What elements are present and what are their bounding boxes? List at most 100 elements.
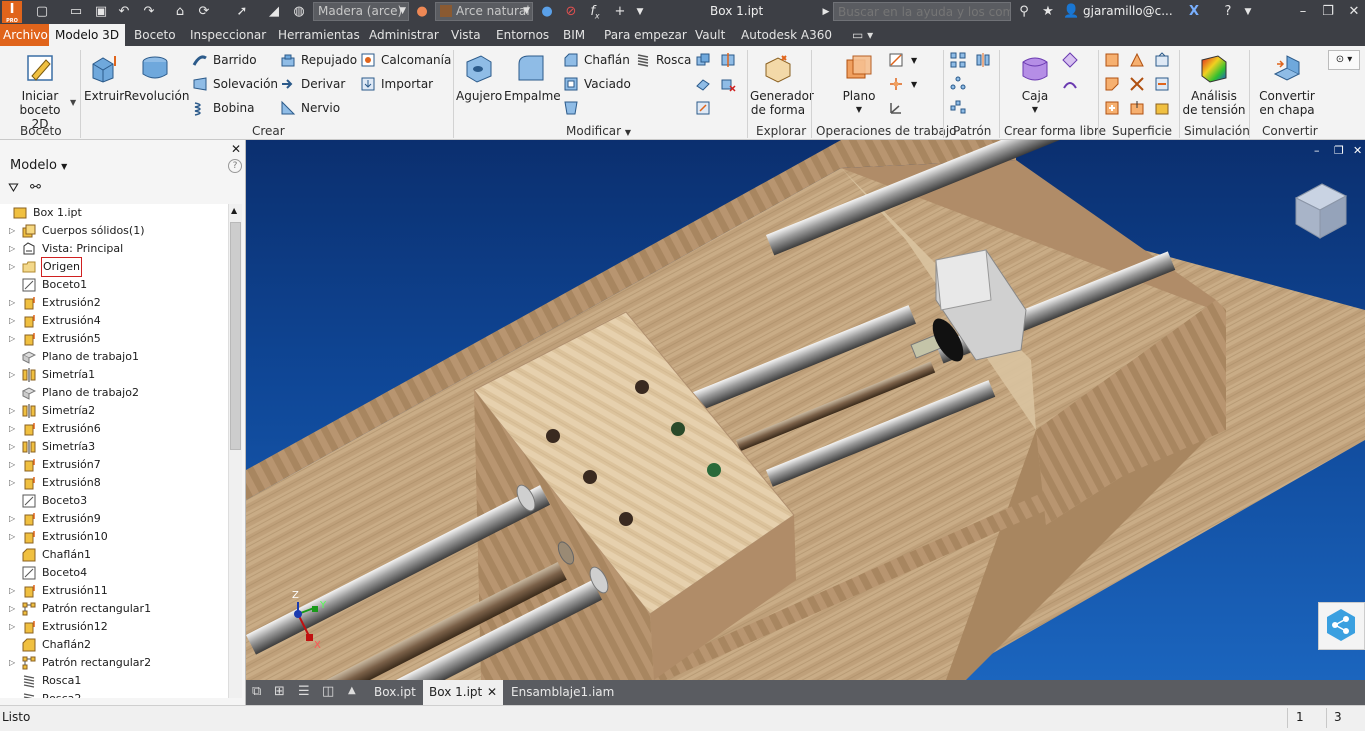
graphics-viewport[interactable]: Z Y X – ❐ ✕ [246, 140, 1365, 680]
restore-icon[interactable]: ❐ [1320, 4, 1336, 20]
expand-arrow-icon[interactable]: ▷ [9, 240, 15, 258]
undo-icon[interactable]: ↶ [116, 4, 132, 20]
tree-item[interactable]: ▷ Extrusión6 [0, 420, 228, 438]
browser-help-icon[interactable]: ? [228, 159, 242, 173]
circular-pattern-icon[interactable] [950, 76, 970, 96]
expand-arrow-icon[interactable]: ▷ [9, 654, 15, 672]
import-button[interactable]: Importar [360, 74, 433, 94]
scroll-up-icon[interactable]: ▲ [231, 206, 237, 215]
thread-button[interactable]: Rosca [635, 50, 691, 70]
globe-icon[interactable]: ◍ [291, 4, 307, 20]
expand-arrow-icon[interactable]: ▷ [9, 294, 15, 312]
select-icon[interactable]: ➚ [234, 4, 250, 20]
expand-arrow-icon[interactable]: ▷ [9, 600, 15, 618]
viewcube[interactable] [1292, 180, 1348, 242]
tile-windows-icon[interactable]: ⊞ [274, 684, 285, 699]
tile-vertical-icon[interactable]: ◫ [322, 684, 334, 699]
sweep-button[interactable]: Barrido [192, 50, 257, 70]
viewport-close-icon[interactable]: ✕ [1353, 144, 1362, 157]
expand-arrow-icon[interactable]: ▷ [9, 438, 15, 456]
expand-arrow-icon[interactable]: ▷ [9, 618, 15, 636]
tree-item[interactable]: Chaflán2 [0, 636, 228, 654]
decal-button[interactable]: Calcomanía [360, 50, 451, 70]
delete-face-icon[interactable] [720, 76, 740, 96]
panel-options-icon[interactable]: ▭ ▾ [852, 24, 873, 46]
expand-arrow-icon[interactable]: ▷ [9, 582, 15, 600]
find-binoculars-icon[interactable]: ⚯ [30, 180, 41, 195]
app-logo[interactable]: I PRO [2, 1, 22, 24]
tree-item[interactable]: ▷ Extrusión2 [0, 294, 228, 312]
expand-arrow-icon[interactable]: ▷ [9, 222, 15, 240]
doc-tab-ensamblaje1-iam[interactable]: Ensamblaje1.iam [505, 680, 620, 705]
work-axis-icon[interactable] [888, 52, 908, 72]
tree-item[interactable]: Box 1.ipt [0, 204, 228, 222]
tab-vista[interactable]: Vista [451, 24, 481, 46]
work-plane-button[interactable]: Plano ▼ [838, 52, 880, 117]
material-select[interactable]: Madera (arce) ▼ [313, 2, 409, 21]
doc-tab-box-1-ipt[interactable]: Box 1.ipt ✕ [423, 680, 503, 705]
share-view-button[interactable] [1318, 602, 1365, 650]
tree-item[interactable]: ▷ Extrusión12 [0, 618, 228, 636]
search-expand-icon[interactable]: ▶ [818, 4, 834, 20]
freeform-box-button[interactable]: Caja ▼ [1014, 52, 1056, 117]
rib-button[interactable]: Nervio [280, 98, 340, 118]
revolve-button[interactable]: Revolución [124, 52, 189, 103]
stress-analysis-button[interactable]: Análisis de tensión [1182, 52, 1246, 117]
tab-entornos[interactable]: Entornos [496, 24, 549, 46]
split-icon[interactable] [720, 52, 740, 72]
help-icon[interactable]: ? [1220, 4, 1236, 20]
scroll-thumb[interactable] [230, 222, 241, 450]
fit-mesh-icon[interactable] [1129, 100, 1149, 120]
ribbon-options-button[interactable]: ⊙ ▾ [1328, 50, 1360, 70]
tree-item[interactable]: ▷ Extrusión8 [0, 474, 228, 492]
tree-item[interactable]: ▷ Simetría1 [0, 366, 228, 384]
viewport-minimize-icon[interactable]: – [1314, 144, 1320, 157]
tab-administrar[interactable]: Administrar [369, 24, 439, 46]
tile-horizontal-icon[interactable]: ☰ [298, 684, 310, 699]
user-name[interactable]: gjaramillo@c... [1083, 4, 1173, 18]
help-search-input[interactable] [833, 2, 1011, 21]
tree-item[interactable]: Plano de trabajo1 [0, 348, 228, 366]
browser-close-icon[interactable]: ✕ [231, 142, 241, 156]
tree-item[interactable]: ▷ Extrusión10 [0, 528, 228, 546]
expand-arrow-icon[interactable]: ▷ [9, 330, 15, 348]
chevron-down-icon[interactable]: ▼ [911, 80, 917, 89]
hole-button[interactable]: Agujero [456, 52, 502, 103]
expand-arrow-icon[interactable]: ▷ [9, 528, 15, 546]
tree-item[interactable]: ▷ Extrusión9 [0, 510, 228, 528]
expand-arrow-icon[interactable]: ▷ [9, 456, 15, 474]
patch-icon[interactable] [1129, 52, 1149, 72]
group-label-modificar[interactable]: Modificar ▼ [566, 124, 631, 138]
tree-item[interactable]: ▷ Simetría3 [0, 438, 228, 456]
fillet-button[interactable]: Empalme [504, 52, 561, 103]
chamfer-button[interactable]: Chaflán [563, 50, 630, 70]
mirror-icon[interactable] [975, 52, 995, 72]
convert-freeform-icon[interactable] [1062, 76, 1082, 96]
expand-arrow-icon[interactable]: ▷ [9, 366, 15, 384]
shape-generator-button[interactable]: Generador de forma [750, 52, 814, 117]
expand-arrow-icon[interactable]: ▷ [9, 474, 15, 492]
sketch-pattern-icon[interactable] [950, 100, 970, 120]
shell-button[interactable]: Vaciado [563, 74, 631, 94]
measure-icon[interactable]: ◢ [266, 4, 282, 20]
tree-item[interactable]: ▷ Cuerpos sólidos(1) [0, 222, 228, 240]
tree-item[interactable]: ▷ Simetría2 [0, 402, 228, 420]
freeform-edit-icon[interactable] [1062, 52, 1082, 72]
favorites-star-icon[interactable]: ★ [1040, 4, 1056, 20]
search-icon[interactable]: ⚲ [1016, 4, 1032, 20]
expand-arrow-icon[interactable]: ▷ [9, 420, 15, 438]
tree-item[interactable]: Rosca2 [0, 690, 228, 698]
expand-arrow-icon[interactable]: ▷ [9, 312, 15, 330]
minimize-icon[interactable]: – [1295, 4, 1311, 20]
derive-button[interactable]: Derivar [280, 74, 345, 94]
tree-item[interactable]: Boceto1 [0, 276, 228, 294]
rect-pattern-icon[interactable] [950, 52, 970, 72]
tree-scrollbar[interactable]: ▲ [228, 204, 242, 698]
formula-icon[interactable]: fx [587, 4, 603, 21]
home-icon[interactable]: ⌂ [172, 4, 188, 20]
expand-arrow-icon[interactable]: ▷ [9, 510, 15, 528]
customize-icon[interactable]: ▼ [632, 4, 648, 20]
direct-edit-icon[interactable] [695, 100, 715, 120]
tab-para-empezar[interactable]: Para empezar [604, 24, 687, 46]
update-icon[interactable]: ⟳ [196, 4, 212, 20]
